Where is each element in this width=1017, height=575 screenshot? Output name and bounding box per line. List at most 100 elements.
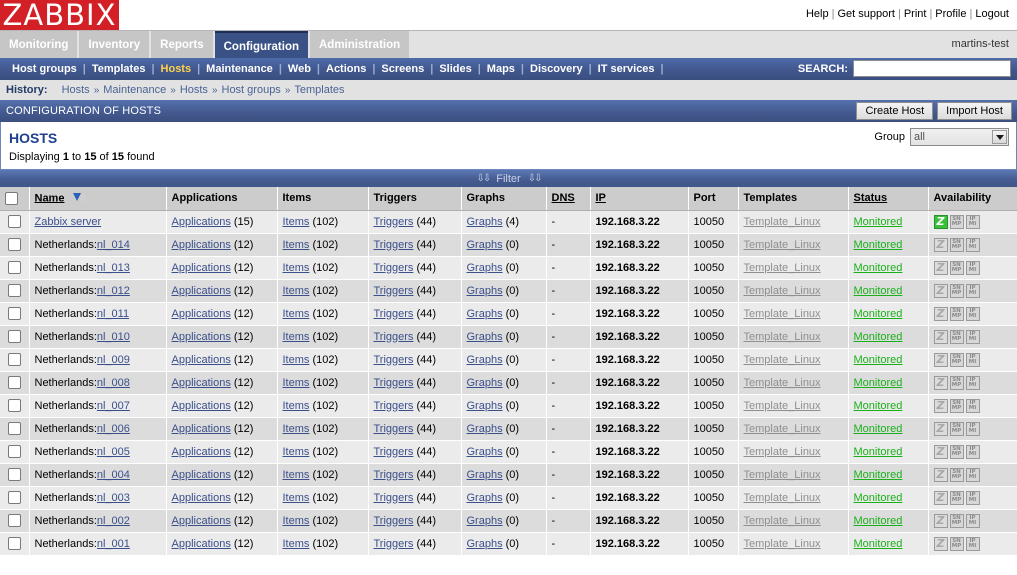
agent-availability-icon[interactable]: Z [933, 398, 948, 413]
tab-monitoring[interactable]: Monitoring [0, 31, 78, 59]
ipmi-availability-icon[interactable]: IP MI [965, 260, 980, 275]
row-checkbox[interactable] [7, 445, 21, 458]
template-link[interactable]: Template_Linux [744, 515, 821, 527]
items-link[interactable]: Items [283, 285, 310, 297]
triggers-link[interactable]: Triggers [374, 331, 414, 343]
status-link[interactable]: Monitored [854, 262, 903, 274]
agent-availability-icon[interactable]: Z [933, 306, 948, 321]
triggers-link[interactable]: Triggers [374, 308, 414, 320]
triggers-link[interactable]: Triggers [374, 538, 414, 550]
ipmi-availability-icon[interactable]: IP MI [965, 352, 980, 367]
status-link[interactable]: Monitored [854, 469, 903, 481]
agent-availability-icon[interactable]: Z [933, 444, 948, 459]
template-link[interactable]: Template_Linux [744, 469, 821, 481]
ipmi-availability-icon[interactable]: IP MI [965, 490, 980, 505]
status-link[interactable]: Monitored [854, 308, 903, 320]
applications-link[interactable]: Applications [172, 216, 231, 228]
applications-link[interactable]: Applications [172, 285, 231, 297]
row-checkbox[interactable] [7, 537, 21, 550]
column-header-name[interactable]: Name [29, 187, 167, 211]
sort-arrows-icon[interactable] [72, 192, 87, 205]
submenu-item-host-groups[interactable]: Host groups [6, 63, 83, 75]
triggers-link[interactable]: Triggers [374, 492, 414, 504]
host-name-link[interactable]: nl_003 [97, 492, 130, 504]
row-checkbox[interactable] [7, 307, 21, 320]
triggers-link[interactable]: Triggers [374, 400, 414, 412]
template-link[interactable]: Template_Linux [744, 285, 821, 297]
submenu-item-web[interactable]: Web [282, 63, 317, 75]
items-link[interactable]: Items [283, 423, 310, 435]
template-link[interactable]: Template_Linux [744, 423, 821, 435]
host-name-link[interactable]: nl_002 [97, 515, 130, 527]
row-checkbox[interactable] [7, 215, 21, 228]
host-name-link[interactable]: nl_004 [97, 469, 130, 481]
items-link[interactable]: Items [283, 216, 310, 228]
applications-link[interactable]: Applications [172, 538, 231, 550]
ipmi-availability-icon[interactable]: IP MI [965, 375, 980, 390]
agent-availability-icon[interactable]: Z [933, 260, 948, 275]
host-name-link[interactable]: nl_001 [97, 538, 130, 550]
graphs-link[interactable]: Graphs [467, 492, 503, 504]
column-header-status[interactable]: Status [848, 187, 929, 211]
select-all-checkbox[interactable] [5, 191, 18, 205]
applications-link[interactable]: Applications [172, 354, 231, 366]
profile-link[interactable]: Profile [935, 8, 966, 20]
ipmi-availability-icon[interactable]: IP MI [965, 421, 980, 436]
applications-link[interactable]: Applications [172, 515, 231, 527]
tab-reports[interactable]: Reports [151, 31, 213, 59]
status-link[interactable]: Monitored [854, 492, 903, 504]
items-link[interactable]: Items [283, 377, 310, 389]
applications-link[interactable]: Applications [172, 331, 231, 343]
graphs-link[interactable]: Graphs [467, 216, 503, 228]
host-name-link[interactable]: Zabbix server [35, 216, 102, 228]
triggers-link[interactable]: Triggers [374, 285, 414, 297]
template-link[interactable]: Template_Linux [744, 216, 821, 228]
row-checkbox[interactable] [7, 330, 21, 343]
template-link[interactable]: Template_Linux [744, 239, 821, 251]
submenu-item-slides[interactable]: Slides [433, 63, 477, 75]
applications-link[interactable]: Applications [172, 423, 231, 435]
submenu-item-maintenance[interactable]: Maintenance [200, 63, 279, 75]
ipmi-availability-icon[interactable]: IP MI [965, 536, 980, 551]
tab-inventory[interactable]: Inventory [79, 31, 150, 59]
agent-availability-icon[interactable]: Z [933, 513, 948, 528]
applications-link[interactable]: Applications [172, 377, 231, 389]
ipmi-availability-icon[interactable]: IP MI [965, 329, 980, 344]
items-link[interactable]: Items [283, 239, 310, 251]
agent-availability-icon[interactable]: Z [933, 421, 948, 436]
items-link[interactable]: Items [283, 538, 310, 550]
applications-link[interactable]: Applications [172, 446, 231, 458]
agent-availability-icon[interactable]: Z [933, 536, 948, 551]
agent-availability-icon[interactable]: Z [933, 467, 948, 482]
host-name-link[interactable]: nl_012 [97, 285, 130, 297]
status-link[interactable]: Monitored [854, 400, 903, 412]
items-link[interactable]: Items [283, 262, 310, 274]
snmp-availability-icon[interactable]: SN MP [949, 306, 964, 321]
items-link[interactable]: Items [283, 331, 310, 343]
submenu-item-actions[interactable]: Actions [320, 63, 372, 75]
snmp-availability-icon[interactable]: SN MP [949, 352, 964, 367]
template-link[interactable]: Template_Linux [744, 538, 821, 550]
template-link[interactable]: Template_Linux [744, 354, 821, 366]
status-link[interactable]: Monitored [854, 354, 903, 366]
status-link[interactable]: Monitored [854, 239, 903, 251]
triggers-link[interactable]: Triggers [374, 354, 414, 366]
applications-link[interactable]: Applications [172, 262, 231, 274]
history-item-host-groups[interactable]: Host groups [222, 84, 281, 96]
snmp-availability-icon[interactable]: SN MP [949, 329, 964, 344]
history-item-templates[interactable]: Templates [294, 84, 344, 96]
ipmi-availability-icon[interactable]: IP MI [965, 467, 980, 482]
snmp-availability-icon[interactable]: SN MP [949, 237, 964, 252]
graphs-link[interactable]: Graphs [467, 423, 503, 435]
print-link[interactable]: Print [904, 8, 927, 20]
graphs-link[interactable]: Graphs [467, 354, 503, 366]
row-checkbox[interactable] [7, 284, 21, 297]
items-link[interactable]: Items [283, 515, 310, 527]
triggers-link[interactable]: Triggers [374, 446, 414, 458]
row-checkbox[interactable] [7, 238, 21, 251]
graphs-link[interactable]: Graphs [467, 400, 503, 412]
column-header-dns[interactable]: DNS [546, 187, 591, 211]
items-link[interactable]: Items [283, 446, 310, 458]
host-name-link[interactable]: nl_009 [97, 354, 130, 366]
triggers-link[interactable]: Triggers [374, 239, 414, 251]
